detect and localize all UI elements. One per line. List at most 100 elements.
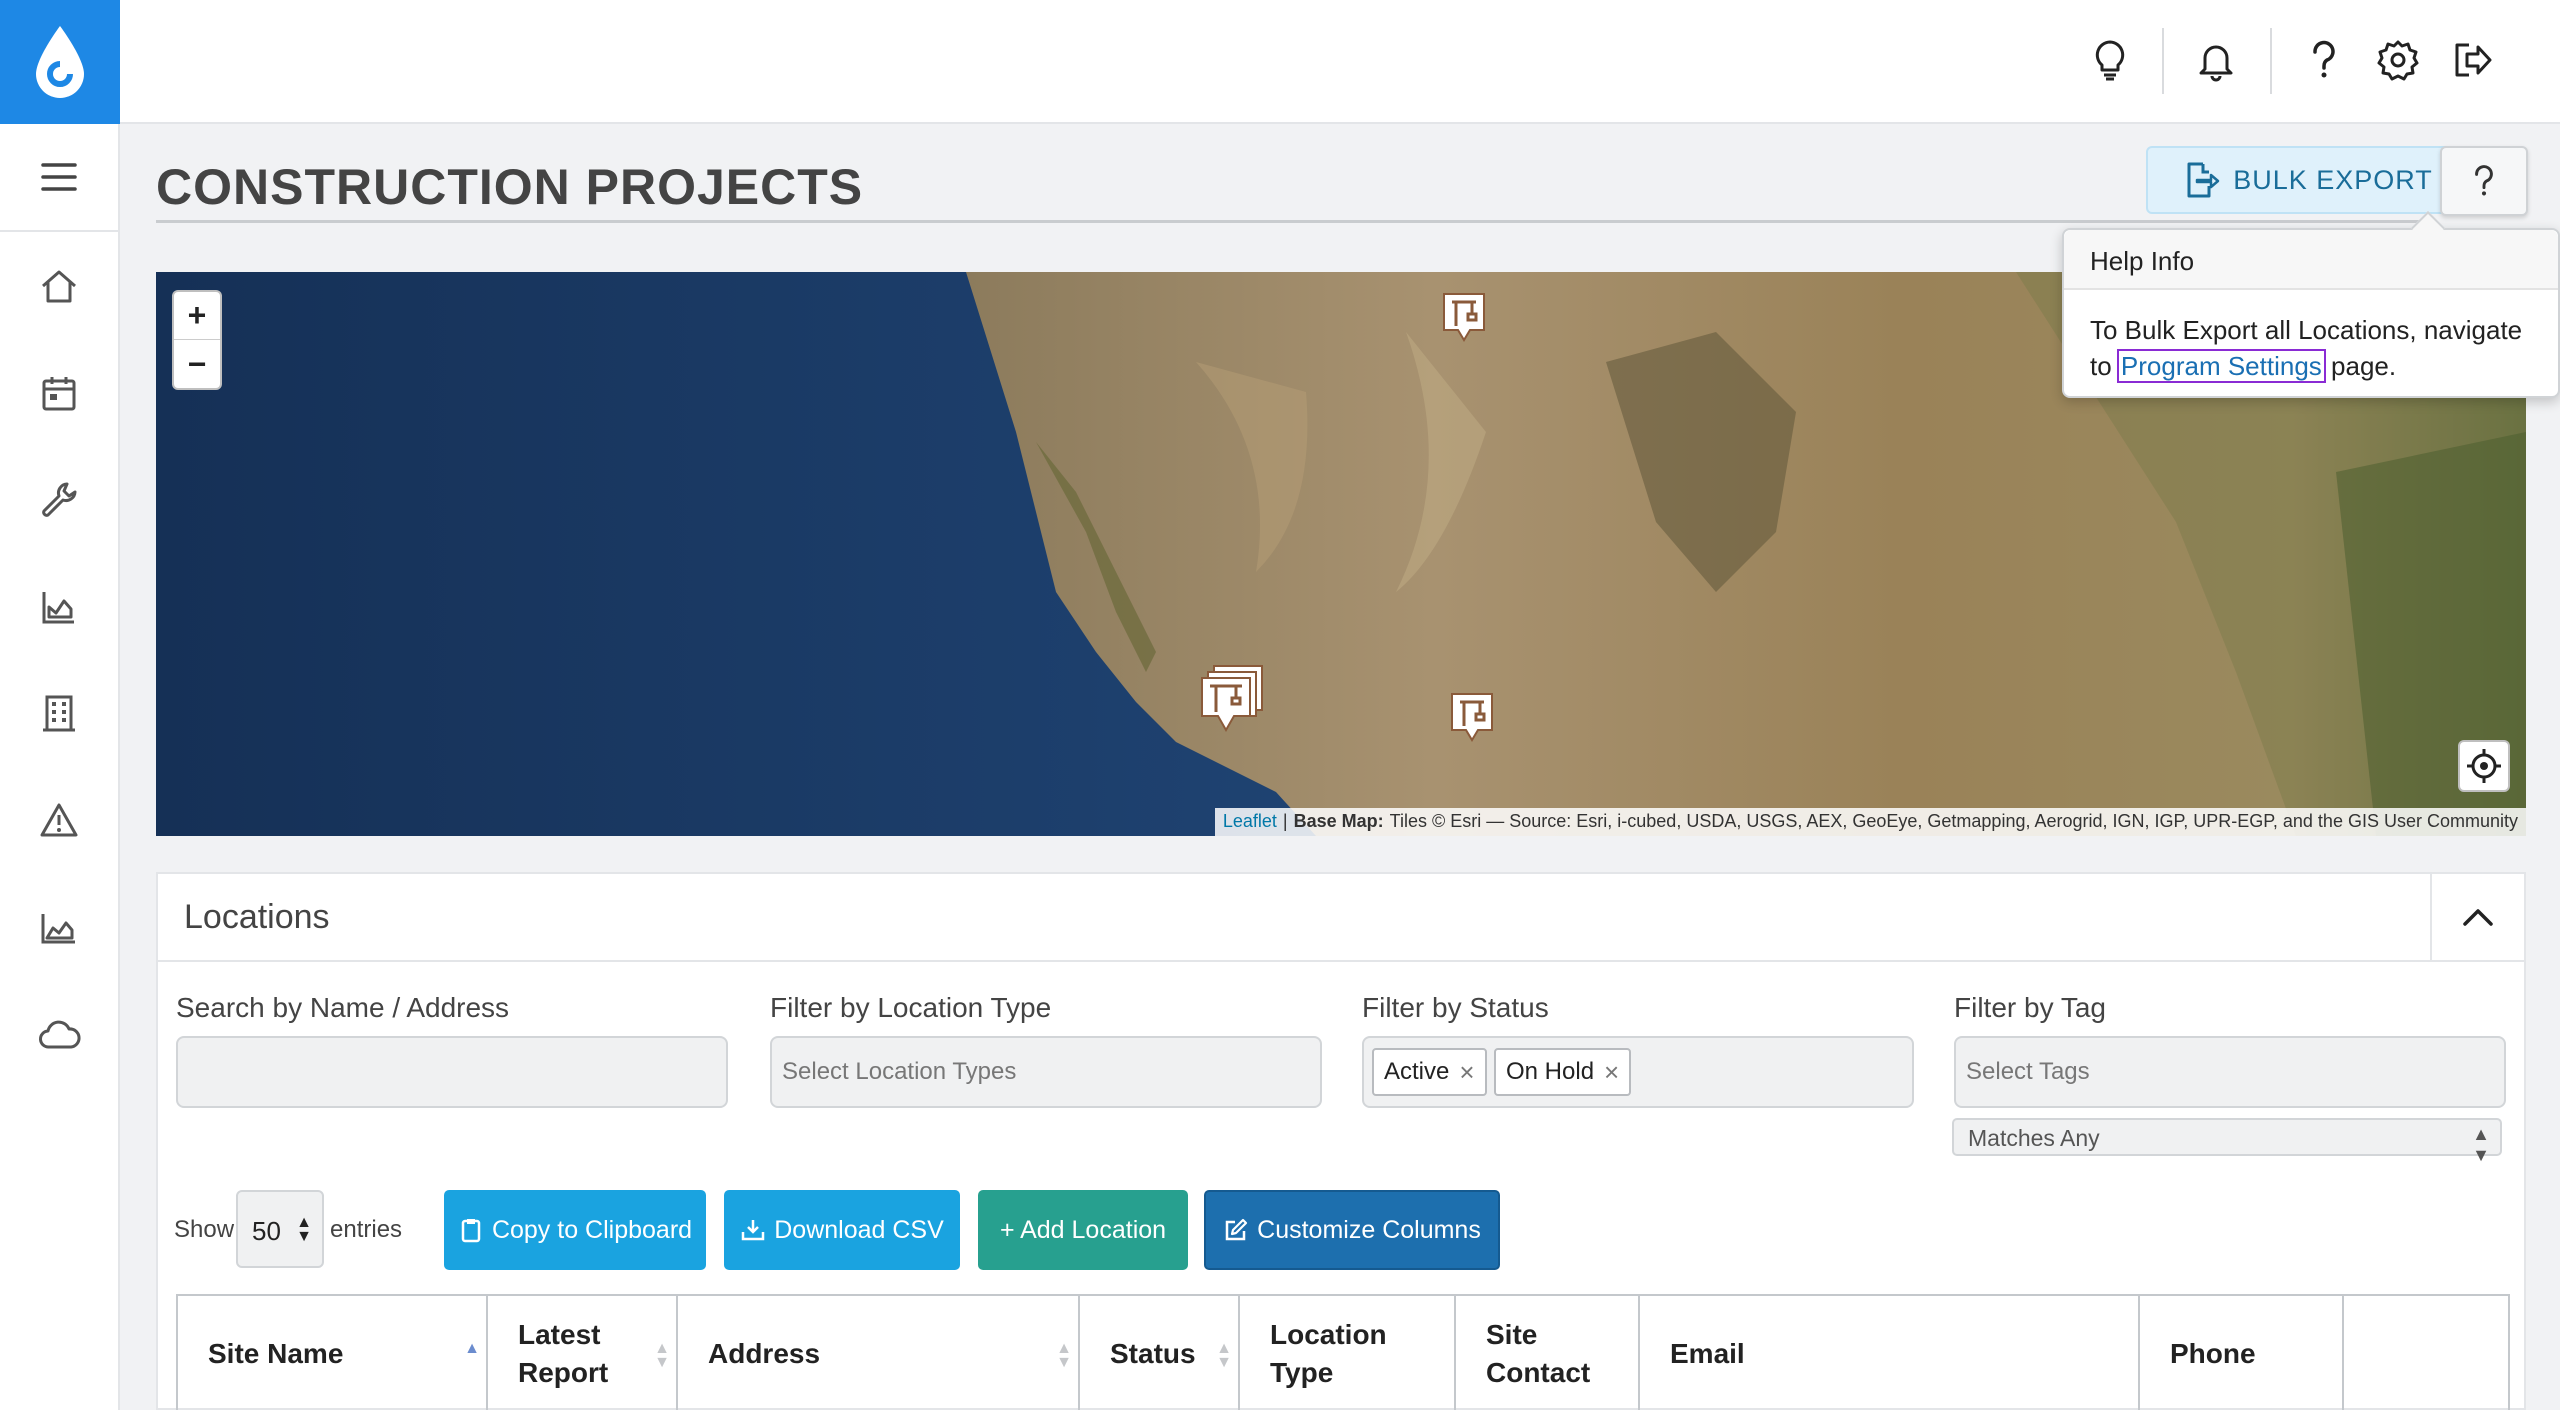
chip-label: Active [1384,1058,1450,1085]
remove-chip-icon[interactable]: × [1459,1057,1474,1088]
location-type-select[interactable]: Select Location Types [770,1036,1322,1108]
edit-icon [1225,1218,1248,1241]
column-label: Phone [2170,1338,2256,1369]
select-arrows-icon: ▲ ▼ [296,1214,312,1245]
zoom-control: + − [172,290,222,390]
column-header-site-contact[interactable]: Site Contact [1456,1296,1640,1410]
column-header-address[interactable]: Address ▲ ▼ [678,1296,1080,1410]
sidebar-item-alerts[interactable] [0,767,118,874]
sidebar-item-reports[interactable] [0,553,118,660]
customize-label: Customize Columns [1257,1215,1481,1244]
column-header-latest-report[interactable]: Latest Report ▲ ▼ [488,1296,678,1410]
sidebar-item-home[interactable] [0,232,118,339]
map-marker[interactable] [1442,292,1486,342]
column-header-actions [2344,1296,2508,1410]
column-label: Status [1110,1338,1196,1369]
add-location-button[interactable]: + Add Location [978,1190,1188,1270]
app-logo[interactable] [0,0,120,124]
status-chip-on-hold: On Hold × [1494,1048,1632,1096]
map-marker-cluster[interactable] [1200,664,1266,734]
page-help-button[interactable] [2440,146,2528,216]
column-label: Address [708,1338,821,1369]
locations-panel-header: Locations [158,874,2524,962]
bulk-export-button[interactable]: BULK EXPORT [2146,146,2468,214]
search-label: Search by Name / Address [176,992,510,1023]
leaflet-link[interactable]: Leaflet [1223,811,1277,833]
column-label: Location Type [1270,1319,1387,1388]
notifications-button[interactable] [2186,30,2246,90]
zoom-out-button[interactable]: − [174,340,220,388]
copy-to-clipboard-button[interactable]: Copy to Clipboard [444,1190,706,1270]
help-icon [2475,165,2493,196]
entries-label: entries [330,1216,403,1243]
sidebar-item-tools[interactable] [0,446,118,553]
download-label: Download CSV [774,1215,944,1244]
locate-button[interactable] [2458,740,2510,792]
show-label: Show [174,1216,235,1243]
droplet-logo-icon [36,26,84,98]
chip-label: On Hold [1506,1058,1595,1085]
settings-button[interactable] [2368,30,2428,90]
status-chip-active: Active × [1372,1048,1487,1096]
wrench-icon [42,482,77,517]
logout-button[interactable] [2442,30,2502,90]
sidebar-item-calendar[interactable] [0,339,118,446]
status-label: Filter by Status [1362,992,1549,1023]
area-chart-icon [41,913,75,943]
file-export-icon [2187,162,2220,198]
chevron-up-icon [2463,909,2493,926]
locations-title: Locations [184,898,330,936]
attribution-text: Tiles © Esri — Source: Esri, i-cubed, US… [1389,811,2518,831]
sidebar-item-buildings[interactable] [0,660,118,767]
map-marker[interactable] [1450,692,1494,742]
home-icon [42,270,76,302]
column-header-phone[interactable]: Phone [2140,1296,2344,1410]
program-settings-link[interactable]: Program Settings [2116,349,2326,383]
column-header-status[interactable]: Status ▲ ▼ [1080,1296,1240,1410]
column-label: Site Name [208,1338,344,1369]
map-attribution: Leaflet | Base Map: Tiles © Esri — Sourc… [1214,808,2526,836]
attribution-separator: | [1282,811,1288,831]
sort-icon: ▲ ▼ [1056,1340,1072,1371]
sort-icon: ▲ ▼ [654,1340,670,1371]
building-icon [43,695,75,731]
page-title: CONSTRUCTION PROJECTS [156,159,864,215]
sidebar-item-cloud[interactable] [0,981,118,1088]
popover-text-end: page. [2323,351,2397,381]
column-header-location-type[interactable]: Location Type [1240,1296,1456,1410]
tips-button[interactable] [2080,30,2140,90]
locations-panel: Locations Search by Name / Address Filte… [156,872,2526,1410]
add-location-label: + Add Location [999,1215,1167,1244]
crosshair-icon [2467,749,2501,783]
search-input[interactable] [176,1036,728,1108]
customize-columns-button[interactable]: Customize Columns [1204,1190,1500,1270]
zoom-in-button[interactable]: + [174,292,220,340]
download-csv-button[interactable]: Download CSV [724,1190,960,1270]
cloud-icon [39,1020,81,1048]
column-header-email[interactable]: Email [1640,1296,2140,1410]
popover-title: Help Info [2064,230,2558,290]
sort-icon: ▲ ▼ [1216,1340,1232,1371]
locations-table-header: Site Name ▲ Latest Report ▲ ▼ Address ▲ ▼ … [176,1294,2510,1410]
remove-chip-icon[interactable]: × [1604,1057,1619,1088]
calendar-icon [42,376,76,410]
select-arrows-icon: ▲ ▼ [2472,1124,2490,1165]
status-select[interactable]: Active × On Hold × [1362,1036,1914,1108]
tag-match-select[interactable]: Matches Any ▲ ▼ [1952,1118,2502,1165]
download-icon [741,1220,765,1241]
hamburger-icon [41,163,77,191]
collapse-panel-button[interactable] [2430,874,2524,960]
help-button[interactable] [2294,30,2354,90]
chart-icon [42,591,74,623]
bulk-export-label: BULK EXPORT [2233,164,2433,195]
title-divider [156,220,2426,223]
entries-value: 50 [252,1216,281,1246]
menu-toggle-button[interactable] [0,124,118,232]
column-label: Latest Report [518,1319,609,1388]
sidebar-item-analytics[interactable] [0,874,118,981]
tag-match-value: Matches Any [1968,1125,2100,1151]
entries-select[interactable]: 50 ▲ ▼ [236,1190,324,1268]
column-header-site-name[interactable]: Site Name ▲ [178,1296,488,1410]
tag-select[interactable]: Select Tags [1954,1036,2506,1108]
bell-icon [2199,45,2233,82]
